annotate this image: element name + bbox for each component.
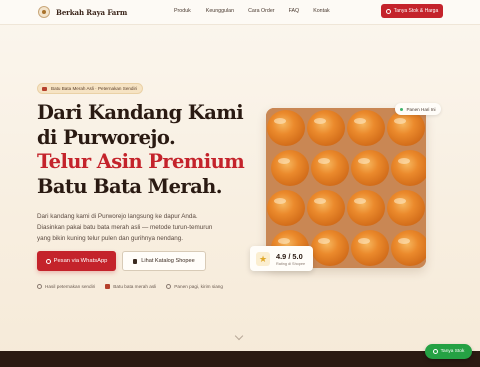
- egg-highlight: [318, 238, 330, 244]
- egg-yolk: [271, 150, 309, 186]
- harvest-today-badge: Panen Hari Ini: [395, 103, 441, 115]
- nav-cta-button[interactable]: Tanya Stok & Harga: [381, 4, 443, 18]
- egg-yolk: [267, 110, 305, 146]
- logo-icon: [38, 6, 50, 18]
- harvest-today-label: Panen Hari Ini: [406, 106, 436, 112]
- nav-link-kontak[interactable]: Kontak: [313, 8, 330, 14]
- feature-item: Batu bata merah asli: [105, 284, 156, 289]
- egg-highlight: [274, 198, 286, 204]
- order-whatsapp-label: Pesan via WhatsApp: [53, 258, 108, 264]
- whatsapp-icon: [432, 349, 438, 354]
- feature-label: Panen pagi, kirim siang: [174, 284, 224, 289]
- egg-highlight: [278, 158, 290, 164]
- chevron-down-icon[interactable]: [234, 331, 244, 341]
- egg-highlight: [314, 198, 326, 204]
- hero-title-line-4: Batu Bata Merah.: [37, 174, 223, 198]
- nav-link-faq[interactable]: FAQ: [289, 8, 300, 14]
- brand-name: Berkah Raya Farm: [56, 7, 128, 17]
- egg-yolk: [347, 190, 385, 226]
- egg-highlight: [318, 158, 330, 164]
- feature-list: Hasil peternakan sendiri Batu bata merah…: [37, 284, 233, 289]
- shopee-catalog-label: Lihat Katalog Shopee: [141, 258, 195, 264]
- egg-yolk: [307, 110, 345, 146]
- brand-logo[interactable]: Berkah Raya Farm: [38, 6, 127, 18]
- feature-label: Batu bata merah asli: [113, 284, 157, 289]
- star-icon: ★: [256, 251, 270, 266]
- rating-card: ★ 4.9 / 5.0 Rating di Shopee: [250, 246, 313, 271]
- rating-label: Rating di Shopee: [276, 261, 306, 266]
- brick-icon: [105, 284, 111, 289]
- egg-yolk: [311, 230, 349, 266]
- feature-item: Panen pagi, kirim siang: [166, 284, 223, 289]
- egg-yolk: [387, 190, 425, 226]
- egg-highlight: [358, 158, 370, 164]
- hero-tag-pill: Batu Bata Merah Asli · Peternakan Sendir…: [37, 83, 144, 94]
- egg-highlight: [398, 158, 410, 164]
- hero-title-line-1: Dari Kandang Kami: [37, 101, 244, 124]
- nav-cta-label: Tanya Stok & Harga: [393, 8, 439, 14]
- egg-yolk: [267, 190, 305, 226]
- shopee-catalog-button[interactable]: Lihat Katalog Shopee: [122, 251, 206, 271]
- hero-tag-label: Batu Bata Merah Asli · Peternakan Sendir…: [51, 86, 138, 91]
- farm-icon: [37, 284, 42, 289]
- egg-highlight: [354, 118, 366, 124]
- top-navbar: Berkah Raya Farm Produk Keunggulan Cara …: [0, 0, 480, 25]
- shopping-bag-icon: [133, 258, 138, 264]
- floating-whatsapp-button[interactable]: Tanya Stok: [425, 344, 472, 359]
- live-dot-icon: [400, 107, 404, 111]
- nav-link-keunggulan[interactable]: Keunggulan: [206, 8, 234, 14]
- brick-icon: [42, 86, 47, 91]
- whatsapp-icon: [385, 8, 391, 14]
- egg-highlight: [398, 238, 410, 244]
- nav-link-cara-order[interactable]: Cara Order: [248, 8, 275, 14]
- egg-yolk: [311, 150, 349, 186]
- floating-whatsapp-label: Tanya Stok: [440, 349, 465, 354]
- egg-yolk: [307, 190, 345, 226]
- hero-title-line-3: Telur Asin Premium: [37, 150, 245, 173]
- egg-highlight: [278, 238, 290, 244]
- order-whatsapp-button[interactable]: Pesan via WhatsApp: [37, 251, 116, 271]
- egg-yolk: [351, 150, 389, 186]
- feature-item: Hasil peternakan sendiri: [37, 284, 95, 289]
- hero-title-line-2: di Purworejo.: [37, 125, 176, 149]
- egg-yolk: [387, 110, 425, 146]
- egg-highlight: [354, 198, 366, 204]
- next-section-band: [0, 351, 480, 367]
- hero-title: Dari Kandang Kami di Purworejo. Telur As…: [37, 101, 257, 199]
- egg-highlight: [394, 198, 406, 204]
- nav-link-produk[interactable]: Produk: [174, 8, 191, 14]
- nav-menu: Produk Keunggulan Cara Order FAQ Kontak: [174, 8, 344, 14]
- rating-value: 4.9 / 5.0: [276, 251, 303, 261]
- egg-yolk: [347, 110, 385, 146]
- egg-highlight: [394, 118, 406, 124]
- egg-highlight: [358, 238, 370, 244]
- feature-label: Hasil peternakan sendiri: [45, 284, 96, 289]
- salted-egg-photo: [266, 108, 426, 268]
- hero-description: Dari kandang kami di Purworejo langsung …: [37, 213, 213, 242]
- clock-icon: [166, 284, 172, 289]
- egg-highlight: [274, 118, 286, 124]
- egg-yolk: [351, 230, 389, 266]
- egg-highlight: [314, 118, 326, 124]
- whatsapp-icon: [45, 258, 51, 264]
